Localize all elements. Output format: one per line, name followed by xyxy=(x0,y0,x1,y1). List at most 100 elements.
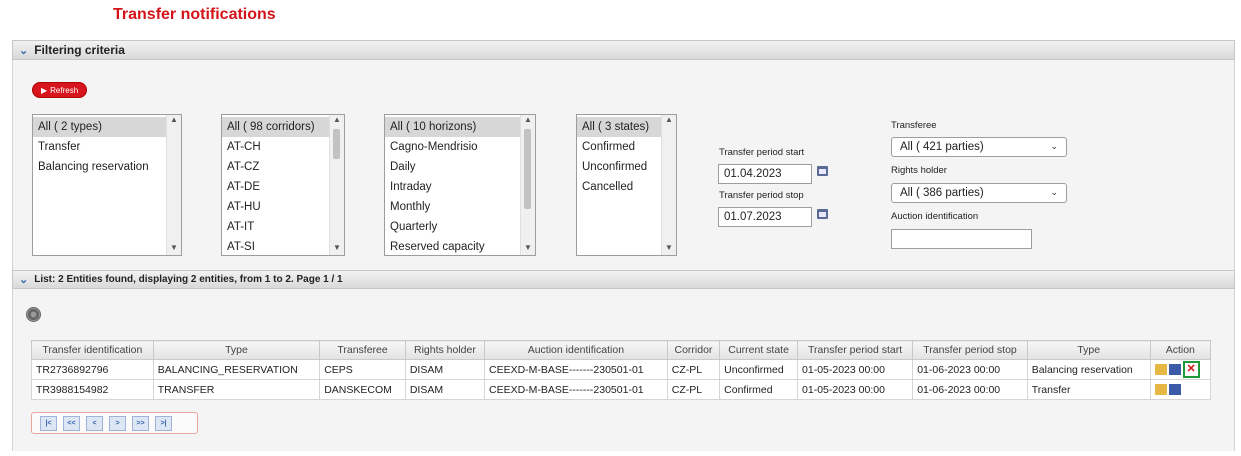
calendar-icon[interactable] xyxy=(817,166,828,176)
state-listbox[interactable]: All ( 3 states) Confirmed Unconfirmed Ca… xyxy=(576,114,677,256)
type-listbox[interactable]: All ( 2 types) Transfer Balancing reserv… xyxy=(32,114,182,256)
scroll-up-icon[interactable]: ▲ xyxy=(167,115,181,127)
scroll-down-icon[interactable]: ▼ xyxy=(521,243,535,255)
calendar-icon[interactable] xyxy=(817,209,828,219)
pagination: |< << < > >> >| xyxy=(31,412,198,434)
save-icon[interactable] xyxy=(1168,384,1181,396)
table-row[interactable]: TR2736892796 BALANCING_RESERVATION CEPS … xyxy=(31,359,1212,380)
cell-period-start: 01-05-2023 00:00 xyxy=(797,379,914,400)
cell-type-label: Balancing reservation xyxy=(1026,359,1151,380)
filtering-criteria-header[interactable]: ⌄ Filtering criteria xyxy=(12,40,1235,60)
corridor-option[interactable]: AT-IT xyxy=(222,217,344,237)
rewind-button[interactable]: << xyxy=(63,415,80,431)
cell-period-start: 01-05-2023 00:00 xyxy=(797,359,914,380)
cell-period-stop: 01-06-2023 00:00 xyxy=(912,379,1028,400)
corridor-scrollbar[interactable]: ▲ ▼ xyxy=(329,115,344,255)
cell-transfer-id: TR3988154982 xyxy=(31,379,154,400)
column-header[interactable]: Auction identification xyxy=(484,340,668,360)
table-row[interactable]: TR3988154982 TRANSFER DANSKECOM DISAM CE… xyxy=(31,379,1212,400)
transferee-select[interactable]: All ( 421 parties) ⌄ xyxy=(891,137,1067,157)
scroll-up-icon[interactable]: ▲ xyxy=(662,115,676,127)
corridor-option[interactable]: All ( 98 corridors) xyxy=(222,117,344,137)
horizon-option[interactable]: All ( 10 horizons) xyxy=(385,117,535,137)
column-header[interactable]: Corridor xyxy=(666,340,721,360)
column-header[interactable]: Transferee xyxy=(319,340,406,360)
horizon-option[interactable]: Monthly xyxy=(385,197,535,217)
grid-settings-icon[interactable] xyxy=(26,307,41,322)
chevron-down-icon: ⌄ xyxy=(19,44,29,57)
column-header[interactable]: Type xyxy=(152,340,321,360)
column-header: Action xyxy=(1149,340,1212,360)
first-page-button[interactable]: |< xyxy=(40,415,57,431)
type-option[interactable]: Transfer xyxy=(33,137,181,157)
cell-corridor: CZ-PL xyxy=(666,379,721,400)
period-stop-label: Transfer period stop xyxy=(719,190,804,201)
results-table: Transfer identification Type Transferee … xyxy=(31,340,1212,400)
state-scrollbar[interactable]: ▲ ▼ xyxy=(661,115,676,255)
play-icon: ▶ xyxy=(41,85,48,95)
previous-page-button[interactable]: < xyxy=(86,415,103,431)
scroll-down-icon[interactable]: ▼ xyxy=(330,243,344,255)
scroll-down-icon[interactable]: ▼ xyxy=(662,243,676,255)
refresh-label: Refresh xyxy=(50,85,79,95)
period-start-label: Transfer period start xyxy=(719,147,805,158)
transferee-label: Transferee xyxy=(891,120,937,131)
scroll-down-icon[interactable]: ▼ xyxy=(167,243,181,255)
next-page-button[interactable]: > xyxy=(109,415,126,431)
cell-type: BALANCING_RESERVATION xyxy=(152,359,321,380)
scroll-up-icon[interactable]: ▲ xyxy=(330,115,344,127)
column-header[interactable]: Type xyxy=(1026,340,1151,360)
rights-holder-select[interactable]: All ( 386 parties) ⌄ xyxy=(891,183,1067,203)
column-header[interactable]: Current state xyxy=(719,340,799,360)
forward-button[interactable]: >> xyxy=(132,415,149,431)
rights-holder-value: All ( 386 parties) xyxy=(900,187,984,199)
scroll-up-icon[interactable]: ▲ xyxy=(521,115,535,127)
column-header[interactable]: Transfer identification xyxy=(31,340,154,360)
period-stop-field[interactable]: 01.07.2023 xyxy=(718,207,812,227)
horizon-listbox[interactable]: All ( 10 horizons) Cagno-Mendrisio Daily… xyxy=(384,114,536,256)
cell-transferee: CEPS xyxy=(319,359,406,380)
open-folder-icon[interactable] xyxy=(1154,384,1167,396)
scroll-thumb[interactable] xyxy=(524,129,531,209)
cell-type: TRANSFER xyxy=(152,379,321,400)
list-summary: List: 2 Entities found, displaying 2 ent… xyxy=(34,274,343,285)
corridor-option[interactable]: AT-DE xyxy=(222,177,344,197)
column-header[interactable]: Transfer period stop xyxy=(912,340,1028,360)
type-scrollbar[interactable]: ▲ ▼ xyxy=(166,115,181,255)
auction-field[interactable] xyxy=(891,229,1032,249)
horizon-scrollbar[interactable]: ▲ ▼ xyxy=(520,115,535,255)
cell-state: Confirmed xyxy=(719,379,799,400)
corridor-option[interactable]: AT-CZ xyxy=(222,157,344,177)
type-option[interactable]: All ( 2 types) xyxy=(33,117,181,137)
cell-transfer-id: TR2736892796 xyxy=(31,359,154,380)
last-page-button[interactable]: >| xyxy=(155,415,172,431)
save-icon[interactable] xyxy=(1168,364,1181,375)
type-option[interactable]: Balancing reservation xyxy=(33,157,181,177)
column-header[interactable]: Transfer period start xyxy=(797,340,914,360)
corridor-option[interactable]: AT-HU xyxy=(222,197,344,217)
chevron-down-icon: ⌄ xyxy=(1050,187,1058,197)
cell-corridor: CZ-PL xyxy=(666,359,721,380)
corridor-option[interactable]: AT-CH xyxy=(222,137,344,157)
chevron-down-icon: ⌄ xyxy=(1050,141,1058,151)
chevron-down-icon: ⌄ xyxy=(19,274,29,286)
horizon-option[interactable]: Daily xyxy=(385,157,535,177)
horizon-option[interactable]: Intraday xyxy=(385,177,535,197)
refresh-button[interactable]: ▶ Refresh xyxy=(32,82,88,98)
horizon-option[interactable]: Reserved capacity xyxy=(385,237,535,255)
horizon-option[interactable]: Quarterly xyxy=(385,217,535,237)
open-folder-icon[interactable] xyxy=(1154,364,1167,375)
delete-icon[interactable]: ✕ xyxy=(1182,361,1200,378)
page-title: Transfer notifications xyxy=(113,6,276,23)
period-start-field[interactable]: 01.04.2023 xyxy=(718,164,812,184)
column-header[interactable]: Rights holder xyxy=(404,340,486,360)
corridor-listbox[interactable]: All ( 98 corridors) AT-CH AT-CZ AT-DE AT… xyxy=(221,114,345,256)
scroll-thumb[interactable] xyxy=(333,129,340,159)
cell-actions: ✕ xyxy=(1149,359,1212,380)
list-header[interactable]: ⌄ List: 2 Entities found, displaying 2 e… xyxy=(12,270,1235,289)
auction-label: Auction identification xyxy=(891,211,979,222)
corridor-option[interactable]: AT-SI xyxy=(222,237,344,255)
rights-holder-label: Rights holder xyxy=(891,165,947,176)
horizon-option[interactable]: Cagno-Mendrisio xyxy=(385,137,535,157)
transferee-value: All ( 421 parties) xyxy=(900,141,984,153)
